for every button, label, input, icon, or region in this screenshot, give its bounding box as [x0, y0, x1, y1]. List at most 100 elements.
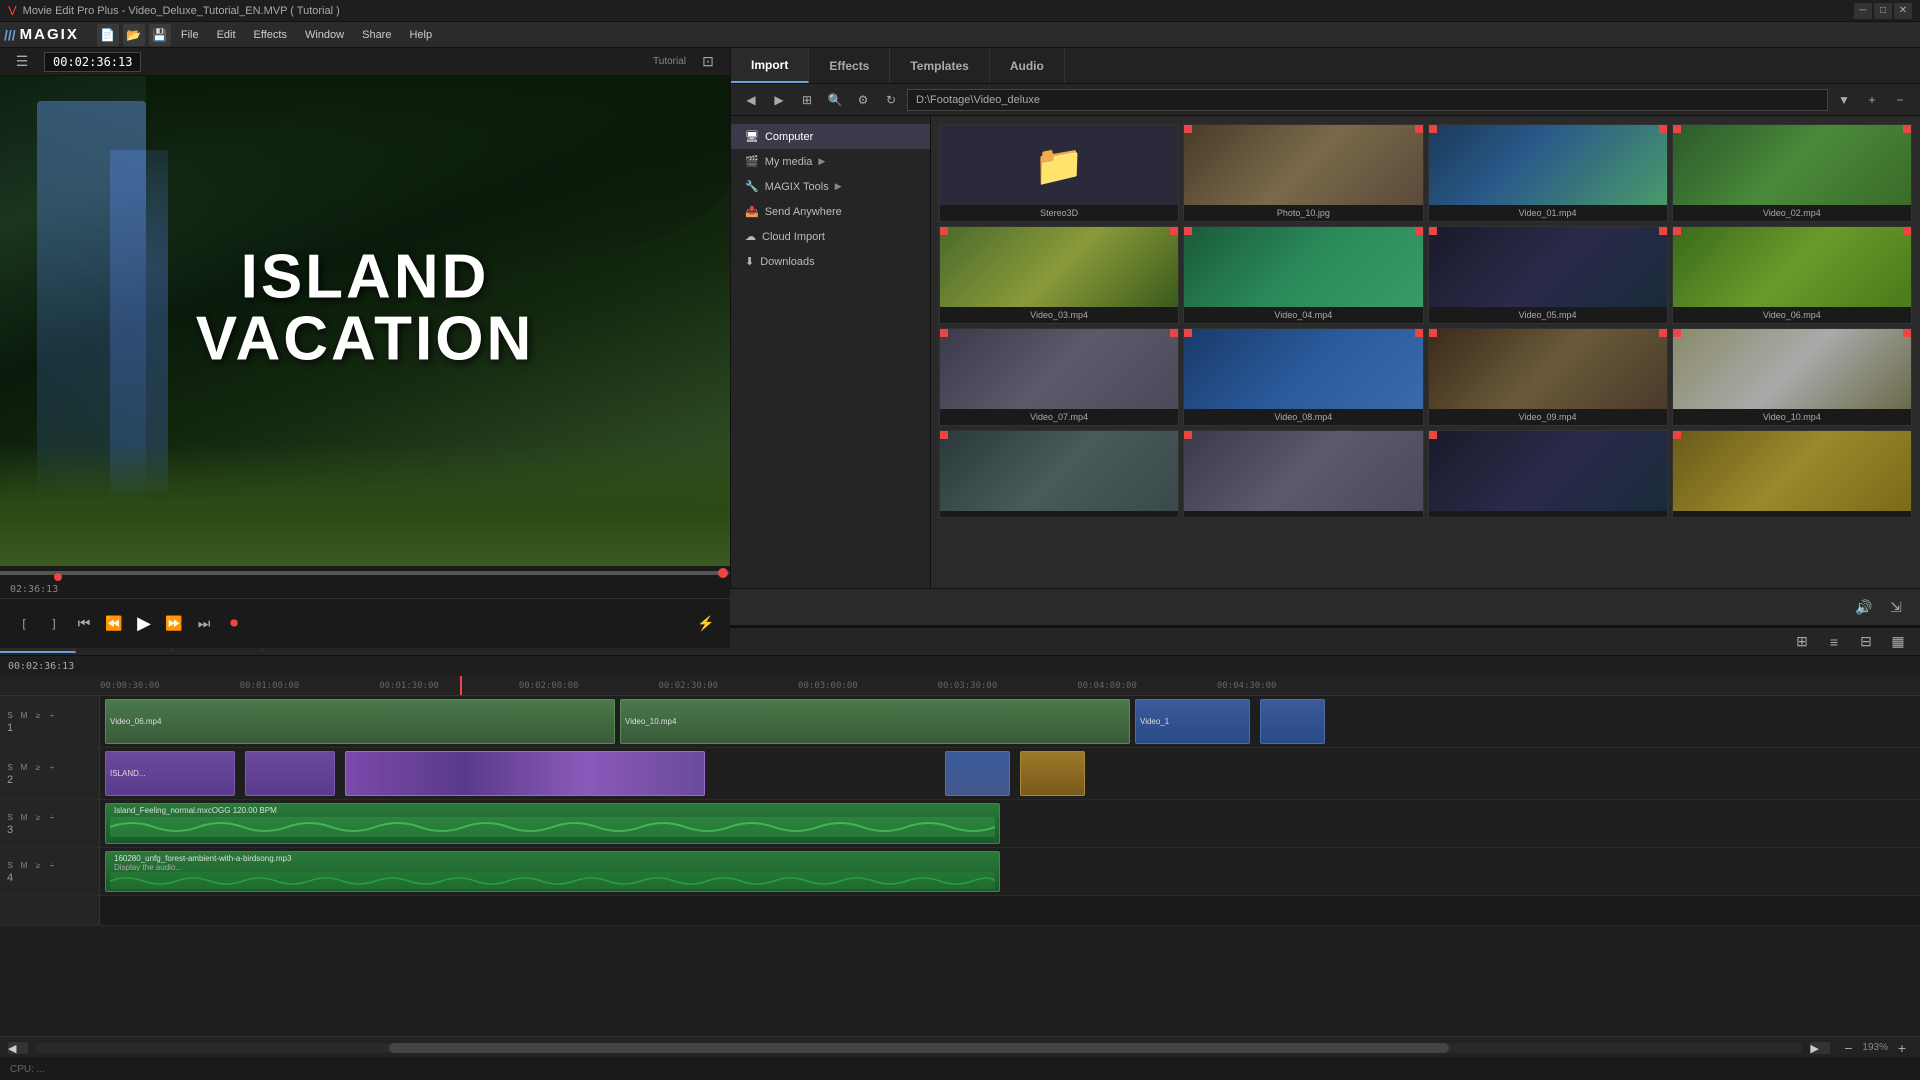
horizontal-scrollbar[interactable]: [36, 1043, 1802, 1053]
media-item-video06[interactable]: Video_06.mp4: [1672, 226, 1912, 324]
scrollbar-thumb[interactable]: [389, 1043, 1449, 1053]
track-4-content[interactable]: 160280_unfg_forest-ambient-with-a-birdso…: [100, 848, 1920, 895]
play-button[interactable]: ▶: [130, 612, 158, 636]
media-item-stereo3d[interactable]: 📁 Stereo3D: [939, 124, 1179, 222]
clip-island-title[interactable]: ISLAND...: [105, 751, 235, 796]
zoom-out-button[interactable]: −: [1838, 1038, 1858, 1058]
view-mode-4[interactable]: ▦: [1884, 628, 1912, 656]
solo-button-2[interactable]: S: [4, 761, 16, 773]
nav-back-button[interactable]: ◀: [739, 88, 763, 112]
mark-in-button[interactable]: [: [10, 612, 38, 636]
mute-button-3[interactable]: M: [18, 811, 30, 823]
mute-button-2[interactable]: M: [18, 761, 30, 773]
go-to-start-button[interactable]: ⏮: [70, 612, 98, 636]
sidebar-item-computer[interactable]: 🖥 Computer: [731, 124, 930, 149]
minimize-button[interactable]: ─: [1854, 3, 1872, 19]
track-1-content[interactable]: Video_06.mp4 Video_10.mp4 Video_1: [100, 696, 1920, 747]
add-to-timeline-button[interactable]: +: [1860, 88, 1884, 112]
path-dropdown-button[interactable]: ▼: [1832, 88, 1856, 112]
clip-video-blue2[interactable]: [1260, 699, 1325, 744]
save-project-button[interactable]: 💾: [149, 24, 171, 46]
clip-gold[interactable]: [1020, 751, 1085, 796]
clip-purple2[interactable]: [245, 751, 335, 796]
split-button-1[interactable]: ÷: [46, 709, 58, 721]
playback-options-button[interactable]: ⚡: [692, 612, 720, 636]
clip-video-blue1[interactable]: Video_1: [1135, 699, 1250, 744]
maximize-button[interactable]: □: [1874, 3, 1892, 19]
expand-button[interactable]: ⇲: [1882, 593, 1910, 621]
search-button[interactable]: 🔍: [823, 88, 847, 112]
media-item-12[interactable]: [1183, 430, 1423, 518]
step-back-button[interactable]: ⏪: [100, 612, 128, 636]
solo-button-1[interactable]: S: [4, 709, 16, 721]
tab-effects[interactable]: Effects: [809, 48, 890, 83]
preview-progress-bar[interactable]: [0, 566, 730, 580]
mute-button-4[interactable]: M: [18, 859, 30, 871]
media-item-video07[interactable]: Video_07.mp4: [939, 328, 1179, 426]
media-item-13[interactable]: [1428, 430, 1668, 518]
media-item-video05[interactable]: Video_05.mp4: [1428, 226, 1668, 324]
lock-button-2[interactable]: ≥: [32, 761, 44, 773]
open-project-button[interactable]: 📂: [123, 24, 145, 46]
scroll-right-button[interactable]: ▶: [1810, 1042, 1830, 1054]
sidebar-item-downloads[interactable]: ⬇ Downloads: [731, 249, 930, 274]
menu-effects[interactable]: Effects: [246, 27, 295, 43]
new-project-button[interactable]: 📄: [97, 24, 119, 46]
menu-toggle-button[interactable]: ☰: [8, 50, 36, 74]
media-item-video08[interactable]: Video_08.mp4: [1183, 328, 1423, 426]
media-item-photo10[interactable]: Photo_10.jpg: [1183, 124, 1423, 222]
menu-share[interactable]: Share: [354, 27, 399, 43]
fullscreen-button[interactable]: ⊡: [694, 50, 722, 74]
media-item-video03[interactable]: Video_03.mp4: [939, 226, 1179, 324]
track-2-content[interactable]: ISLAND...: [100, 748, 1920, 799]
settings-button[interactable]: ⚙: [851, 88, 875, 112]
view-mode-1[interactable]: ⊞: [1788, 628, 1816, 656]
volume-button[interactable]: 🔊: [1850, 593, 1878, 621]
media-item-11[interactable]: [939, 430, 1179, 518]
view-mode-2[interactable]: ≡: [1820, 628, 1848, 656]
media-item-video01[interactable]: Video_01.mp4: [1428, 124, 1668, 222]
tab-templates[interactable]: Templates: [890, 48, 989, 83]
tab-import[interactable]: Import: [731, 48, 809, 83]
menu-window[interactable]: Window: [297, 27, 352, 43]
scroll-left-button[interactable]: ◀: [8, 1042, 28, 1054]
menu-help[interactable]: Help: [401, 27, 440, 43]
media-item-video04[interactable]: Video_04.mp4: [1183, 226, 1423, 324]
view-mode-3[interactable]: ⊟: [1852, 628, 1880, 656]
media-item-14[interactable]: [1672, 430, 1912, 518]
nav-forward-button[interactable]: ▶: [767, 88, 791, 112]
go-to-end-button[interactable]: ⏭: [190, 612, 218, 636]
clip-audio-music[interactable]: Island_Feeling_normal.mxcOGG 120.00 BPM: [105, 803, 1000, 844]
solo-button-3[interactable]: S: [4, 811, 16, 823]
media-item-video10[interactable]: Video_10.mp4: [1672, 328, 1912, 426]
split-button-4[interactable]: ÷: [46, 859, 58, 871]
sidebar-item-my-media[interactable]: 🎬 My media ▶: [731, 149, 930, 174]
media-item-video02[interactable]: Video_02.mp4: [1672, 124, 1912, 222]
split-button-3[interactable]: ÷: [46, 811, 58, 823]
solo-button-4[interactable]: S: [4, 859, 16, 871]
menu-edit[interactable]: Edit: [209, 27, 244, 43]
sidebar-item-magix-tools[interactable]: 🔧 MAGIX Tools ▶: [731, 174, 930, 199]
track-3-content[interactable]: Island_Feeling_normal.mxcOGG 120.00 BPM: [100, 800, 1920, 847]
playhead-marker[interactable]: [718, 568, 728, 578]
media-item-video09[interactable]: Video_09.mp4: [1428, 328, 1668, 426]
menu-file[interactable]: File: [173, 27, 207, 43]
mute-button-1[interactable]: M: [18, 709, 30, 721]
mark-out-button[interactable]: ]: [40, 612, 68, 636]
remove-button[interactable]: −: [1888, 88, 1912, 112]
clip-audio-ambient[interactable]: 160280_unfg_forest-ambient-with-a-birdso…: [105, 851, 1000, 892]
lock-button-3[interactable]: ≥: [32, 811, 44, 823]
clip-video06[interactable]: Video_06.mp4: [105, 699, 615, 744]
refresh-button[interactable]: ↻: [879, 88, 903, 112]
split-button-2[interactable]: ÷: [46, 761, 58, 773]
lock-button-4[interactable]: ≥: [32, 859, 44, 871]
sidebar-item-send-anywhere[interactable]: 📤 Send Anywhere: [731, 199, 930, 224]
close-button[interactable]: ✕: [1894, 3, 1912, 19]
path-display[interactable]: D:\Footage\Video_deluxe: [907, 89, 1828, 111]
clip-blue-mix[interactable]: [945, 751, 1010, 796]
zoom-in-button[interactable]: +: [1892, 1038, 1912, 1058]
clip-image-strip[interactable]: [345, 751, 705, 796]
view-toggle-button[interactable]: ⊞: [795, 88, 819, 112]
tab-audio[interactable]: Audio: [990, 48, 1065, 83]
clip-video10[interactable]: Video_10.mp4: [620, 699, 1130, 744]
